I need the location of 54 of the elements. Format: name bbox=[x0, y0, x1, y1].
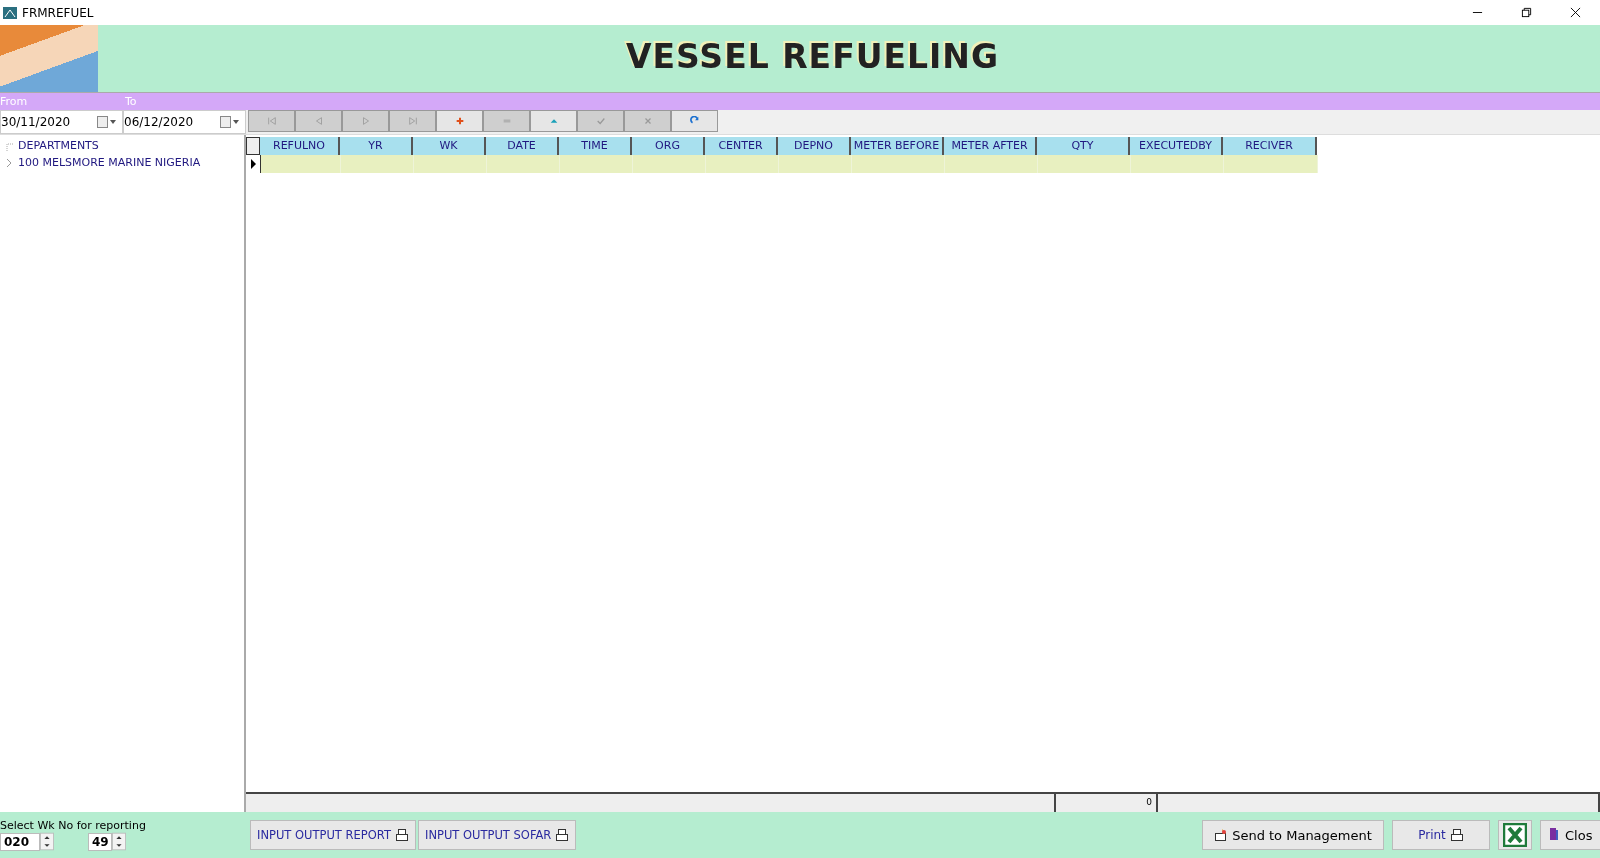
print-button[interactable]: Print bbox=[1392, 820, 1490, 850]
tree-line-icon[interactable] bbox=[6, 140, 14, 151]
printer-icon bbox=[1449, 828, 1464, 842]
excel-button[interactable] bbox=[1498, 820, 1532, 850]
column-header[interactable]: WK bbox=[413, 137, 486, 155]
spreadsheet-icon bbox=[1503, 823, 1527, 847]
spinner-arrows-icon[interactable] bbox=[112, 832, 126, 851]
triangle-right-icon bbox=[360, 116, 371, 126]
plus-icon bbox=[454, 116, 465, 126]
printer-icon bbox=[395, 828, 409, 842]
spinner-arrows-icon[interactable] bbox=[40, 832, 54, 851]
nav-edit-button[interactable] bbox=[530, 110, 577, 132]
envelope-icon bbox=[1214, 828, 1229, 842]
send-button[interactable]: Send to Management bbox=[1202, 820, 1384, 850]
date-picker[interactable]: 06/12/2020 bbox=[123, 110, 246, 134]
column-header[interactable]: RECIVER bbox=[1223, 137, 1317, 155]
grid-corner bbox=[246, 137, 260, 155]
date-picker[interactable]: 30/11/2020 bbox=[0, 110, 123, 134]
report-button[interactable]: INPUT OUTPUT REPORT bbox=[250, 820, 416, 850]
week-field[interactable]: 49 bbox=[88, 832, 112, 851]
column-header[interactable]: EXECUTEDBY bbox=[1130, 137, 1223, 155]
report-label: Select Wk No for reporting bbox=[0, 819, 147, 832]
column-header[interactable]: REFULNO bbox=[260, 137, 340, 155]
column-header[interactable]: YR bbox=[340, 137, 413, 155]
checkmark-icon bbox=[595, 116, 606, 126]
column-header[interactable]: QTY bbox=[1037, 137, 1130, 155]
nav-add-button[interactable] bbox=[436, 110, 483, 132]
banner-title: VESSEL REFUELING bbox=[626, 37, 1000, 76]
to-label: To bbox=[125, 95, 138, 108]
calendar-icon bbox=[219, 116, 241, 128]
column-header[interactable]: CENTER bbox=[705, 137, 778, 155]
column-header[interactable]: TIME bbox=[559, 137, 632, 155]
column-header[interactable]: METER BEFORE bbox=[851, 137, 944, 155]
skip-back-icon bbox=[266, 116, 277, 126]
from-label: From bbox=[0, 95, 29, 108]
triangle-left-icon bbox=[313, 116, 324, 126]
skip-forward-icon bbox=[407, 116, 418, 126]
year-field[interactable]: 020 bbox=[0, 832, 40, 851]
column-header[interactable]: DATE bbox=[486, 137, 559, 155]
chevron-icon[interactable] bbox=[6, 158, 12, 167]
calendar-icon bbox=[96, 116, 118, 128]
refresh-icon bbox=[689, 116, 700, 126]
column-header[interactable]: ORG bbox=[632, 137, 705, 155]
column-header[interactable]: METER AFTER bbox=[944, 137, 1037, 155]
printer-icon bbox=[555, 828, 570, 842]
column-header[interactable]: DEPNO bbox=[778, 137, 851, 155]
tree-item[interactable]: 100 MELSMORE MARINE NIGERIA bbox=[18, 156, 201, 169]
close-button[interactable]: Clos bbox=[1540, 820, 1600, 850]
report-button[interactable]: INPUT OUTPUT SOFAR bbox=[418, 820, 577, 850]
window-title: FRMREFUEL bbox=[22, 5, 94, 20]
nav-refresh-button[interactable] bbox=[671, 110, 718, 132]
door-icon bbox=[1547, 826, 1561, 841]
cross-icon bbox=[642, 116, 653, 126]
tree-item[interactable]: DEPARTMENTS bbox=[18, 139, 99, 152]
